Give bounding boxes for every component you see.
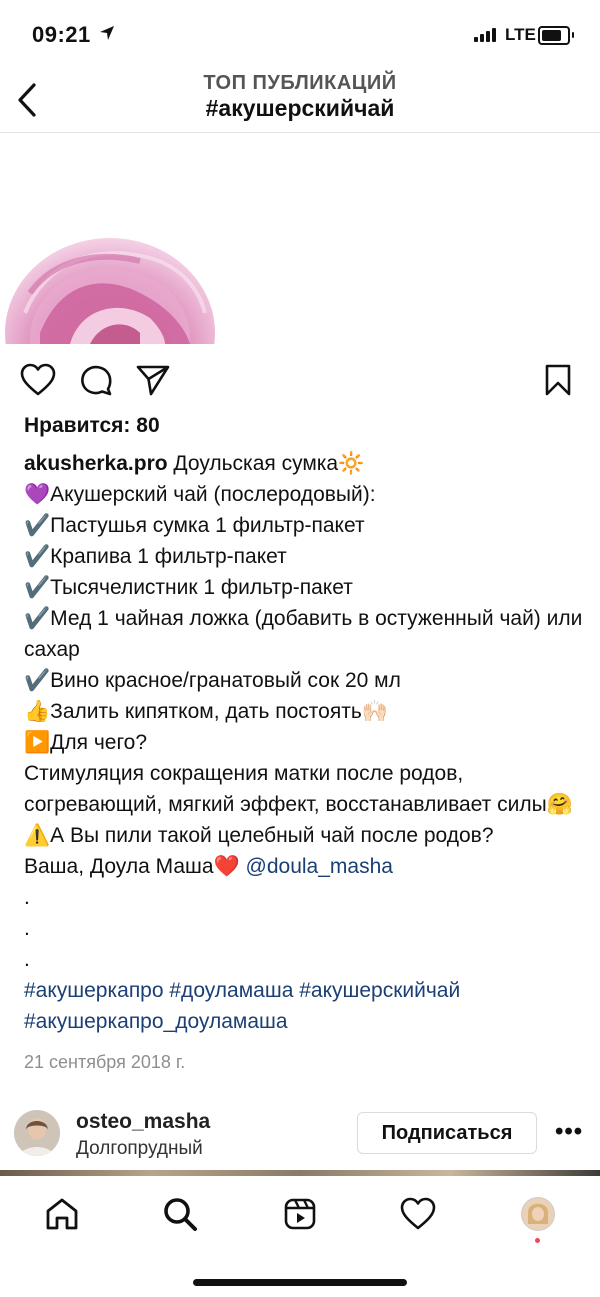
header-subtitle: ТОП ПУБЛИКАЦИЙ bbox=[203, 72, 397, 94]
tab-activity[interactable] bbox=[398, 1196, 438, 1232]
caption-line: 👍Залить кипятком, дать постоять🙌🏻 bbox=[24, 700, 388, 723]
network-label: LTE bbox=[505, 25, 536, 44]
caption-line: ✔️Тысячелистник 1 фильтр-пакет bbox=[24, 576, 353, 599]
like-button[interactable] bbox=[18, 360, 58, 400]
caption-first-line: Доульская сумка🔆 bbox=[167, 452, 365, 475]
status-time: 09:21 bbox=[32, 22, 91, 47]
next-post-username[interactable]: osteo_masha bbox=[76, 1110, 210, 1134]
caption-line: Стимуляция сокращения матки после родов,… bbox=[24, 762, 573, 816]
home-indicator bbox=[193, 1279, 407, 1286]
signal-icon bbox=[474, 28, 496, 42]
follow-button[interactable]: Подписаться bbox=[357, 1112, 537, 1154]
caption-dot: . bbox=[24, 948, 30, 971]
avatar[interactable] bbox=[14, 1110, 60, 1156]
caption-signoff: Ваша, Доула Маша❤️ bbox=[24, 855, 246, 878]
caption-line: ✔️Вино красное/гранатовый сок 20 мл bbox=[24, 669, 401, 692]
more-options-button[interactable]: ••• bbox=[555, 1118, 583, 1146]
heart-icon bbox=[20, 363, 56, 396]
tab-reels[interactable] bbox=[280, 1196, 320, 1232]
caption-line: ✔️Пастушья сумка 1 фильтр-пакет bbox=[24, 514, 365, 537]
comment-bubble-icon bbox=[81, 365, 112, 396]
header-title: #акушерскийчай bbox=[205, 95, 395, 121]
home-icon bbox=[46, 1198, 78, 1230]
rose-watercolor-image bbox=[5, 238, 215, 344]
caption-line: ⚠️А Вы пили такой целебный чай после род… bbox=[24, 824, 494, 847]
caption-line: ✔️Крапива 1 фильтр-пакет bbox=[24, 545, 287, 568]
post-caption: akusherka.pro Доульская сумка🔆 💜Акушерск… bbox=[24, 448, 584, 1037]
hashtags-line[interactable]: #акушеркапро #доуламаша #акушерскийчай bbox=[24, 975, 584, 1006]
caption-line: ✔️Мед 1 чайная ложка (добавить в остужен… bbox=[24, 607, 589, 661]
likes-count[interactable]: Нравится: 80 bbox=[24, 414, 160, 438]
post-date: 21 сентября 2018 г. bbox=[24, 1052, 186, 1072]
profile-avatar bbox=[521, 1197, 555, 1231]
share-button[interactable] bbox=[133, 360, 173, 400]
caption-dot: . bbox=[24, 886, 30, 909]
post-image[interactable] bbox=[0, 133, 600, 344]
bookmark-icon bbox=[545, 364, 571, 396]
caption-dot: . bbox=[24, 917, 30, 940]
heart-icon bbox=[400, 1197, 436, 1230]
tab-home[interactable] bbox=[42, 1196, 82, 1232]
caption-line: 💜Акушерский чай (послеродовый): bbox=[24, 483, 376, 506]
mention-link[interactable]: @doula_masha bbox=[246, 855, 393, 878]
save-button[interactable] bbox=[540, 360, 576, 400]
notification-dot bbox=[535, 1238, 540, 1243]
location-arrow-icon bbox=[100, 26, 114, 40]
paper-plane-icon bbox=[136, 365, 170, 396]
caption-line: ▶️Для чего? bbox=[24, 731, 148, 754]
tab-search[interactable] bbox=[160, 1196, 200, 1232]
comment-button[interactable] bbox=[76, 360, 116, 400]
caption-author[interactable]: akusherka.pro bbox=[24, 452, 168, 475]
next-post-location[interactable]: Долгопрудный bbox=[76, 1138, 203, 1160]
battery-icon bbox=[538, 26, 570, 45]
avatar-photo bbox=[14, 1110, 60, 1156]
battery-tip bbox=[572, 32, 574, 38]
tab-profile[interactable] bbox=[518, 1196, 558, 1232]
hashtags-line[interactable]: #акушеркапро_доуламаша bbox=[24, 1006, 584, 1037]
search-icon bbox=[164, 1198, 197, 1231]
reels-icon bbox=[284, 1198, 316, 1230]
